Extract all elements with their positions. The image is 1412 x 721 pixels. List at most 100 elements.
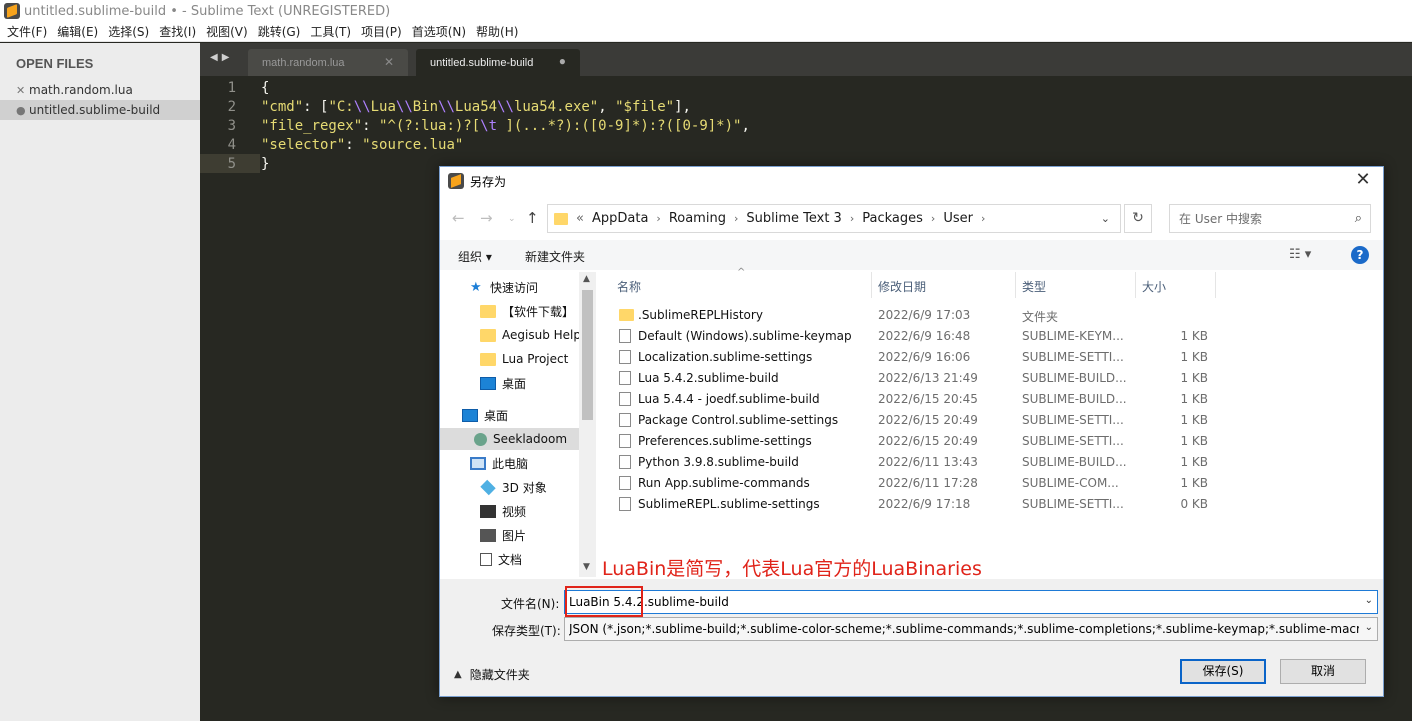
desktop-icon [480, 376, 496, 390]
breadcrumb-overflow[interactable]: « [576, 211, 584, 226]
nav-item[interactable]: 桌面 [480, 372, 579, 394]
breadcrumb-separator-icon[interactable]: › [734, 212, 738, 225]
tab-untitled-sublime-build[interactable]: untitled.sublime-build ● [416, 49, 580, 76]
scrollbar-thumb[interactable] [582, 290, 593, 420]
cancel-button[interactable]: 取消 [1280, 659, 1366, 684]
menu-item[interactable]: 工具(T) [305, 23, 356, 40]
filetype-select[interactable]: JSON (*.json;*.sublime-build;*.sublime-c… [564, 617, 1378, 641]
filename-input[interactable] [565, 591, 1345, 613]
filename-combobox[interactable]: ⌄ [564, 590, 1378, 614]
breadcrumb-separator-icon[interactable]: › [981, 212, 985, 225]
menu-item[interactable]: 项目(P) [356, 23, 407, 40]
file-row[interactable]: Lua 5.4.2.sublime-build 2022/6/13 21:49 SU… [597, 367, 1383, 388]
view-options-icon[interactable]: ☷ ▾ [1289, 247, 1311, 262]
nav-item[interactable]: Seekladoom [440, 428, 579, 450]
search-input[interactable] [1179, 211, 1339, 226]
file-row[interactable]: Python 3.9.8.sublime-build 2022/6/11 13:4… [597, 451, 1383, 472]
breadcrumb-item[interactable]: Packages [862, 211, 923, 226]
menu-item[interactable]: 跳转(G) [253, 23, 306, 40]
breadcrumb-item[interactable]: User [943, 211, 973, 226]
file-row[interactable]: Run App.sublime-commands 2022/6/11 17:28 S… [597, 472, 1383, 493]
breadcrumb-item[interactable]: Roaming [669, 211, 726, 226]
chevron-down-icon[interactable]: ⌄ [1362, 622, 1373, 633]
close-icon[interactable]: ✕ [1351, 169, 1375, 190]
column-divider[interactable] [871, 272, 872, 298]
nav-item[interactable]: 桌面 [462, 404, 579, 426]
breadcrumb-separator-icon[interactable]: › [656, 212, 660, 225]
code-text[interactable]: "file_regex": "^(?:lua:)?[\t ](...*?):([… [261, 118, 750, 134]
menu-item[interactable]: 查找(I) [154, 23, 201, 40]
help-icon[interactable]: ? [1351, 246, 1369, 264]
file-row[interactable]: SublimeREPL.sublime-settings 2022/6/9 17:… [597, 493, 1383, 514]
file-icon [619, 413, 631, 427]
tab-modified-dot-icon[interactable]: ● [559, 54, 566, 68]
nav-item[interactable]: 文档 [480, 548, 579, 570]
breadcrumb-separator-icon[interactable]: › [931, 212, 935, 225]
nav-item-label: 此电脑 [492, 456, 529, 471]
sidebar-file-item[interactable]: ✕ math.random.lua [0, 80, 200, 100]
back-arrow-icon[interactable]: ← [452, 209, 465, 227]
sidebar-file-item[interactable]: ● untitled.sublime-build [0, 100, 200, 120]
breadcrumb-separator-icon[interactable]: › [850, 212, 854, 225]
hide-folders-toggle[interactable]: ▲ 隐藏文件夹 [454, 666, 530, 683]
nav-item[interactable]: 此电脑 [470, 452, 579, 474]
close-icon[interactable]: ✕ [16, 84, 29, 97]
file-row[interactable]: Preferences.sublime-settings 2022/6/15 20… [597, 430, 1383, 451]
recent-chevron-icon[interactable]: ⌄ [508, 214, 516, 224]
column-size[interactable]: 大小 [1142, 278, 1166, 295]
tab-nav-arrows-icon[interactable]: ◀▶ [210, 52, 233, 63]
tab-math-random-lua[interactable]: math.random.lua ✕ [248, 49, 408, 76]
navigation-scrollbar[interactable]: ▲ ▼ [579, 272, 596, 577]
column-divider[interactable] [1135, 272, 1136, 298]
code-line[interactable]: 3 "file_regex": "^(?:lua:)?[\t ](...*?):(… [200, 116, 1412, 135]
menu-item[interactable]: 视图(V) [201, 23, 253, 40]
sublime-logo-icon [448, 173, 464, 189]
nav-item[interactable]: 3D 对象 [480, 476, 579, 498]
chevron-down-icon[interactable]: ⌄ [1101, 212, 1110, 225]
nav-item[interactable]: 图片 [480, 524, 579, 546]
chevron-down-icon[interactable]: ⌄ [1365, 595, 1373, 606]
nav-item[interactable]: Aegisub Helpe [480, 324, 579, 346]
scroll-down-icon[interactable]: ▼ [583, 562, 590, 572]
breadcrumb-item[interactable]: AppData [592, 211, 648, 226]
menu-item[interactable]: 文件(F) [2, 23, 52, 40]
nav-item[interactable]: 【软件下载】 [480, 300, 579, 322]
organize-button[interactable]: 组织 ▾ [458, 248, 492, 265]
code-text[interactable]: "cmd": ["C:\\Lua\\Bin\\Lua54\\lua54.exe"… [261, 99, 691, 115]
breadcrumb-item[interactable]: Sublime Text 3 [746, 211, 841, 226]
code-line[interactable]: 1{ [200, 78, 1412, 97]
column-date[interactable]: 修改日期 [878, 278, 926, 295]
nav-item[interactable]: 视频 [480, 500, 579, 522]
column-divider[interactable] [1015, 272, 1016, 298]
search-box[interactable]: ⌕ [1169, 204, 1371, 233]
column-divider[interactable] [1215, 272, 1216, 298]
menu-item[interactable]: 首选项(N) [407, 23, 471, 40]
column-type[interactable]: 类型 [1022, 278, 1046, 295]
refresh-icon[interactable]: ↻ [1124, 204, 1152, 233]
address-bar[interactable]: « AppData › Roaming › Sublime Text 3 › Package… [547, 204, 1121, 233]
file-row[interactable]: Package Control.sublime-settings 2022/6/1… [597, 409, 1383, 430]
tab-close-icon[interactable]: ✕ [384, 55, 394, 69]
code-line[interactable]: 2 "cmd": ["C:\\Lua\\Bin\\Lua54\\lua54.exe… [200, 97, 1412, 116]
file-row[interactable]: .SublimeREPLHistory 2022/6/9 17:03 文件夹 [597, 304, 1383, 325]
file-type: SUBLIME-SETTI... [1022, 350, 1124, 364]
code-text[interactable]: { [261, 80, 269, 96]
nav-item[interactable]: Lua Project [480, 348, 579, 370]
menu-item[interactable]: 编辑(E) [52, 23, 103, 40]
menu-item[interactable]: 帮助(H) [471, 23, 523, 40]
file-row[interactable]: Localization.sublime-settings 2022/6/9 16… [597, 346, 1383, 367]
code-line[interactable]: 5} [200, 154, 269, 173]
new-folder-button[interactable]: 新建文件夹 [525, 248, 585, 265]
scroll-up-icon[interactable]: ▲ [583, 274, 590, 284]
forward-arrow-icon[interactable]: → [480, 209, 493, 227]
code-text[interactable]: "selector": "source.lua" [261, 137, 463, 153]
file-row[interactable]: Lua 5.4.4 - joedf.sublime-build 2022/6/15… [597, 388, 1383, 409]
code-text[interactable]: } [261, 156, 269, 172]
save-button[interactable]: 保存(S) [1180, 659, 1266, 684]
nav-item[interactable]: ★ 快速访问 [470, 276, 579, 298]
menu-item[interactable]: 选择(S) [103, 23, 154, 40]
column-name[interactable]: 名称 [617, 278, 641, 295]
up-arrow-icon[interactable]: ↑ [526, 209, 539, 227]
file-row[interactable]: Default (Windows).sublime-keymap 2022/6/9… [597, 325, 1383, 346]
code-line[interactable]: 4 "selector": "source.lua" [200, 135, 1412, 154]
